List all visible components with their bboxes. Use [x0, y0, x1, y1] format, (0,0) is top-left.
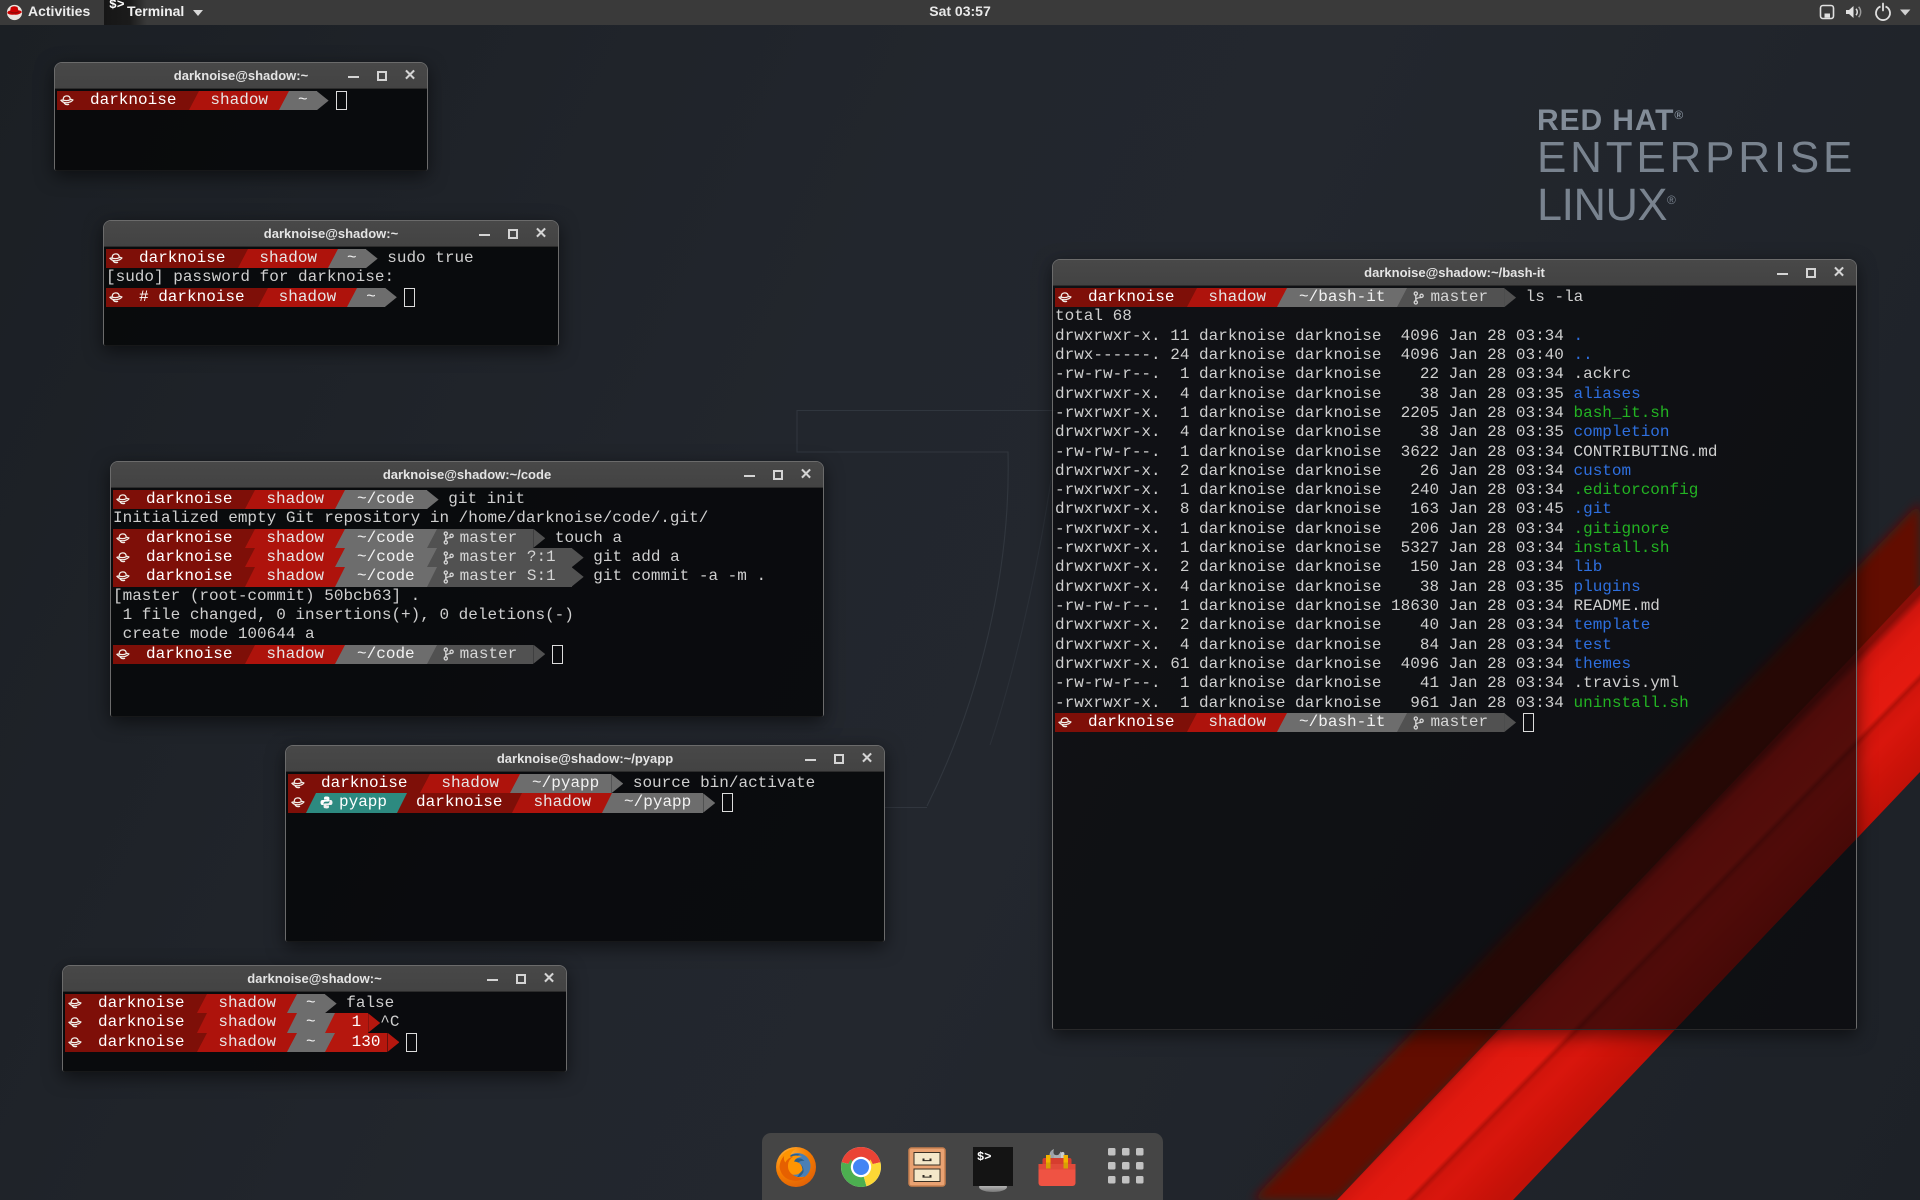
svg-text:$>: $>	[977, 1150, 991, 1164]
